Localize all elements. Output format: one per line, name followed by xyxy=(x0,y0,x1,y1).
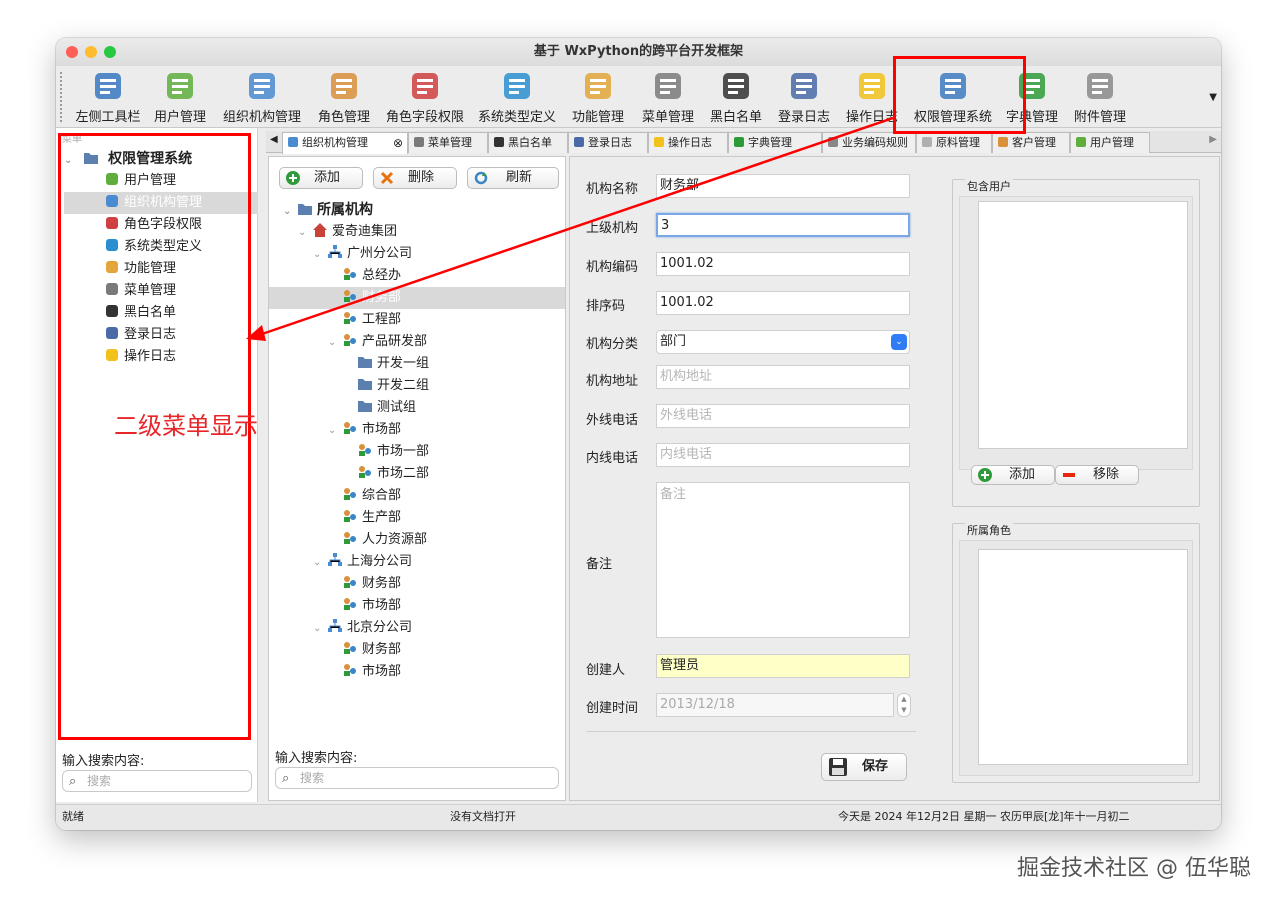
annotation-text: 二级菜单显示 xyxy=(114,412,258,440)
arrow-head xyxy=(246,325,266,341)
watermark: 掘金技术社区 @ 伍华聪 xyxy=(1017,856,1251,881)
arrow-line xyxy=(261,116,894,336)
annotation-arrow xyxy=(246,116,894,341)
